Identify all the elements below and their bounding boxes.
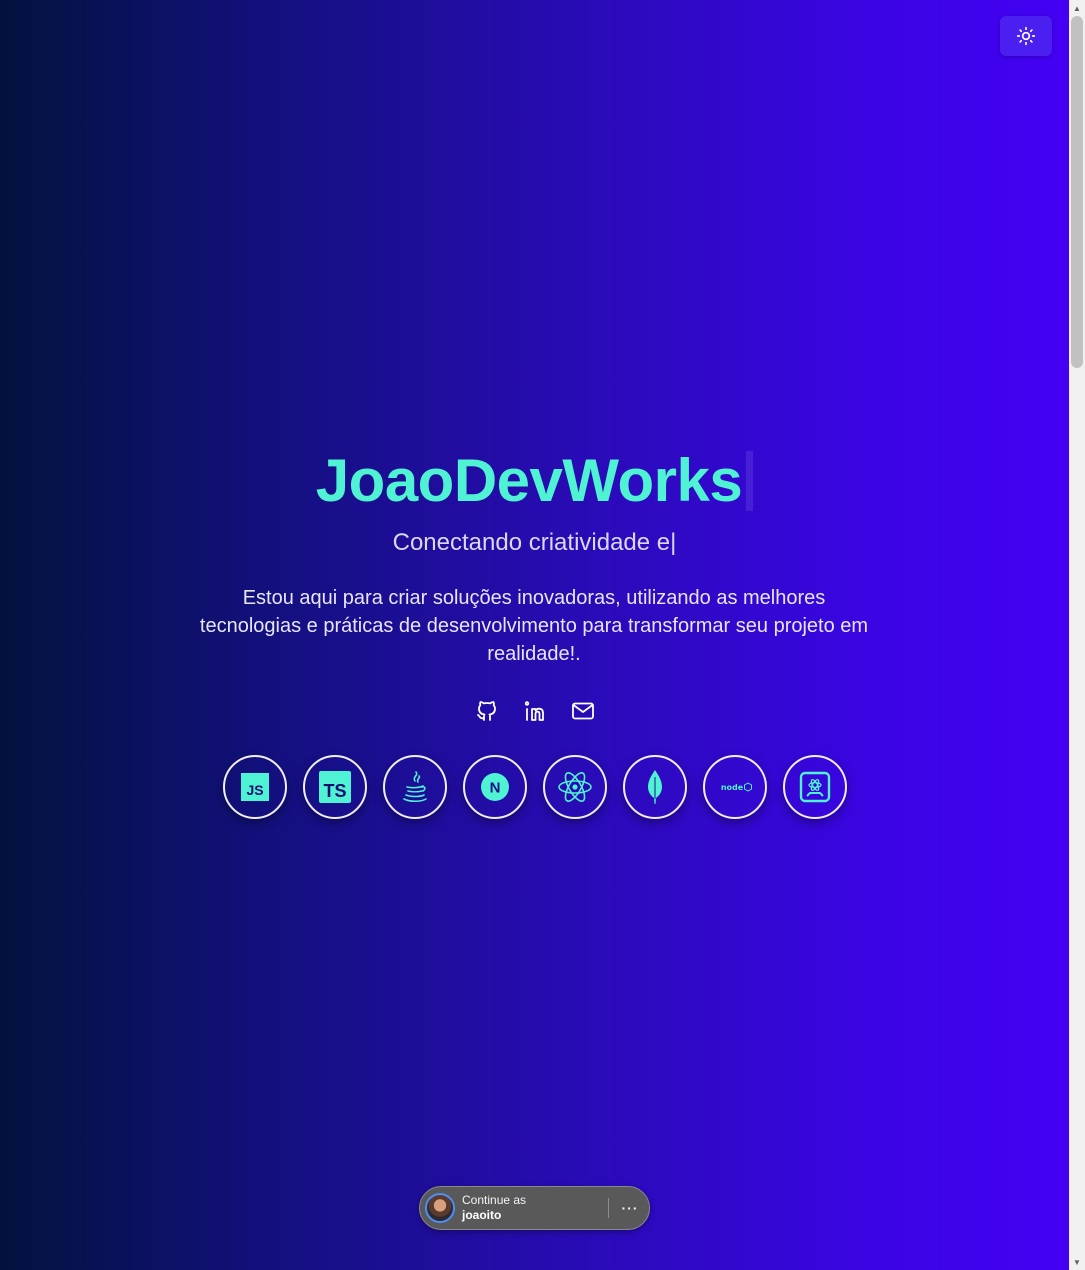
page-title: JoaoDevWorks (315, 447, 743, 514)
tech-mongodb[interactable] (622, 755, 687, 819)
mail-icon (571, 702, 594, 720)
sun-icon (1016, 26, 1036, 46)
email-link[interactable] (571, 697, 595, 725)
linkedin-icon (524, 701, 544, 721)
title-wrap: JoaoDevWorks (0, 446, 1069, 516)
one-tap-text: Continue as joaoito (462, 1193, 526, 1223)
react-native-icon (799, 771, 830, 803)
vertical-scrollbar[interactable]: ▲ ▼ (1069, 0, 1085, 1270)
google-one-tap-prompt[interactable]: Continue as joaoito ··· (419, 1186, 650, 1230)
scroll-up-arrow-icon[interactable]: ▲ (1069, 0, 1085, 16)
nextjs-icon: N (480, 773, 509, 801)
javascript-icon: JS (240, 773, 269, 801)
tech-react-native[interactable] (782, 755, 847, 819)
tech-java[interactable] (382, 755, 447, 819)
theme-toggle-button[interactable] (1000, 16, 1052, 56)
javascript-icon-label: JS (246, 782, 263, 798)
react-icon (557, 772, 592, 802)
one-tap-label: Continue as (462, 1193, 527, 1207)
one-tap-username: joaoito (462, 1208, 502, 1222)
scroll-down-arrow-icon[interactable]: ▼ (1069, 1254, 1085, 1270)
hero-description: Estou aqui para criar soluções inovadora… (199, 587, 869, 665)
github-icon (476, 701, 496, 721)
tech-nextjs[interactable]: N (462, 755, 527, 819)
tech-typescript[interactable]: TS (302, 755, 367, 819)
social-links (0, 697, 1069, 725)
nodejs-icon: node (720, 782, 752, 792)
typescript-icon-label: TS (323, 781, 346, 801)
java-icon (402, 771, 427, 803)
one-tap-divider (608, 1198, 609, 1218)
more-options-button[interactable]: ··· (619, 1197, 641, 1219)
typing-caret (746, 451, 754, 511)
github-link[interactable] (475, 697, 499, 725)
tech-javascript[interactable]: JS (222, 755, 287, 819)
nodejs-icon-label: node (720, 783, 743, 792)
linkedin-link[interactable] (523, 697, 547, 725)
avatar (425, 1193, 455, 1223)
typescript-icon: TS (318, 771, 351, 803)
page: JoaoDevWorks Conectando criatividade e| … (0, 0, 1069, 1270)
tech-nodejs[interactable]: node (702, 755, 767, 819)
scrollbar-thumb[interactable] (1071, 16, 1083, 368)
nextjs-icon-label: N (489, 780, 500, 797)
hero-subtitle: Conectando criatividade e| (392, 529, 677, 556)
tech-stack: JS TS N node (0, 755, 1069, 819)
mongodb-icon (647, 770, 662, 804)
tech-react[interactable] (542, 755, 607, 819)
